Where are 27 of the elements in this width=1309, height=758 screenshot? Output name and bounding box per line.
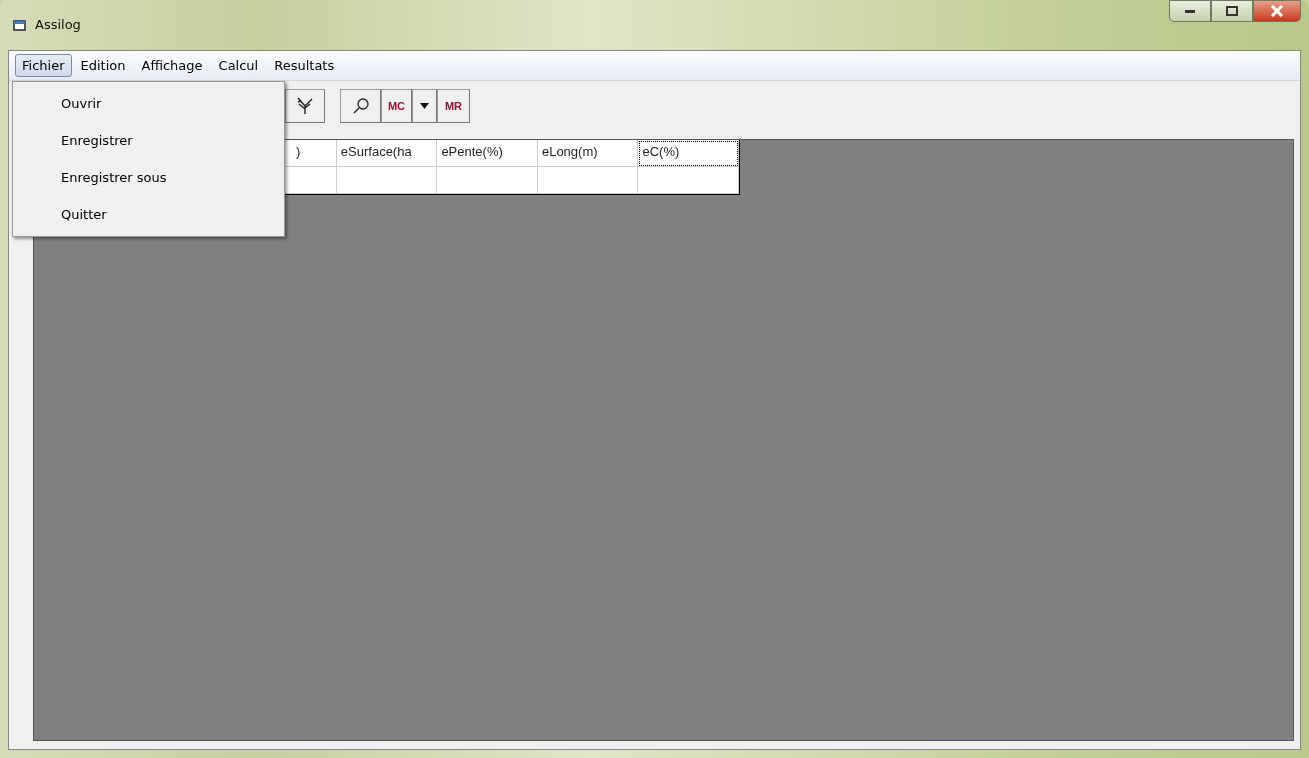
- close-icon: [1270, 5, 1284, 17]
- tree-tool-button[interactable]: [285, 89, 325, 123]
- caret-icon: [420, 103, 429, 109]
- toolbar-button[interactable]: MR: [437, 89, 470, 123]
- menu-item[interactable]: Fichier: [15, 53, 72, 78]
- menu-item[interactable]: Resultats: [267, 53, 342, 78]
- minimize-icon: [1184, 8, 1196, 14]
- dropdown-button[interactable]: [412, 89, 437, 123]
- maximize-icon: [1226, 6, 1238, 16]
- menu-item[interactable]: Quitter: [13, 196, 284, 233]
- header-cell: eLong(m): [537, 140, 639, 167]
- header-cell: ePente(%): [437, 140, 538, 167]
- branch-icon: [295, 96, 315, 116]
- window-title: Assilog: [35, 16, 81, 35]
- toolbar-button[interactable]: MC: [381, 89, 412, 123]
- menu-item[interactable]: Ouvrir: [13, 85, 284, 122]
- menu-item[interactable]: Affichage: [134, 53, 210, 78]
- maximize-button[interactable]: [1211, 0, 1253, 22]
- search-tool-button[interactable]: [340, 89, 381, 123]
- menu-item[interactable]: Edition: [73, 53, 133, 78]
- window-icon: [13, 18, 27, 32]
- close-button[interactable]: [1253, 0, 1301, 22]
- minimize-button[interactable]: [1169, 0, 1211, 22]
- header-cell: eC(%): [638, 140, 739, 167]
- header-cell: eSurface(ha: [336, 140, 438, 167]
- menu-item[interactable]: Calcul: [211, 53, 266, 78]
- search-icon: [351, 97, 370, 115]
